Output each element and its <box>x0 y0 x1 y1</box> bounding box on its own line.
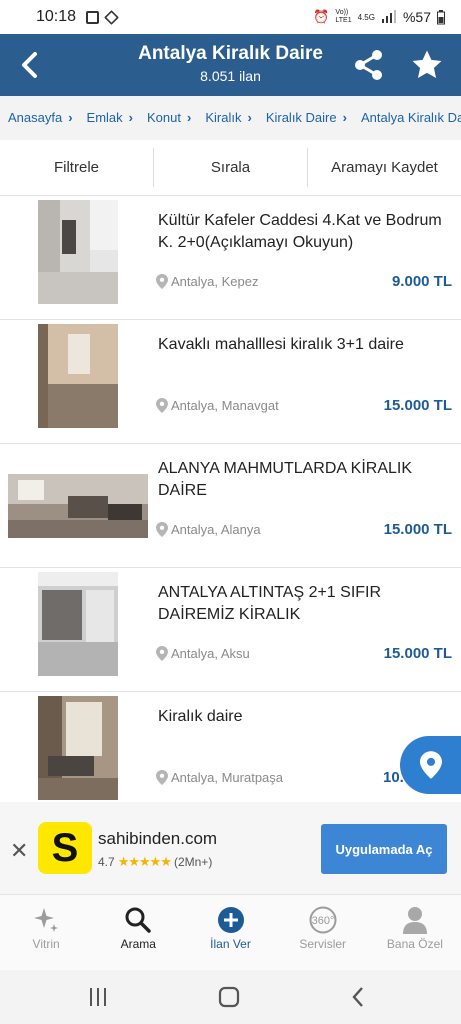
listing-location: Antalya, Muratpaşa <box>156 770 283 785</box>
listing-price: 15.000 TL <box>383 397 452 414</box>
page-title: Antalya Kiralık Daire <box>138 43 323 64</box>
map-view-button[interactable] <box>400 736 461 794</box>
listing-photo <box>38 324 118 428</box>
alarm-icon: ⏰ <box>313 9 330 24</box>
360-icon: 360° <box>306 905 340 935</box>
breadcrumb: Anasayfa › Emlak › Konut › Kiralık › Kiralık… <box>0 96 461 140</box>
chevron-right-icon: › <box>342 110 347 125</box>
status-bar: 10:18 ⏰ Vo)) LTE1 4.5G %57 <box>0 0 461 34</box>
recent-apps-icon[interactable] <box>88 986 108 1008</box>
chevron-right-icon: › <box>247 110 252 125</box>
listing-title: ANTALYA ALTINTAŞ 2+1 SIFIR DAİREMİZ KİRA… <box>158 584 382 623</box>
search-icon <box>121 905 155 935</box>
favorite-search-button[interactable] <box>410 48 444 82</box>
back-icon[interactable] <box>350 986 366 1008</box>
breadcrumb-item-anasayfa[interactable]: Anasayfa › <box>8 110 87 125</box>
system-navigation-bar <box>0 970 461 1024</box>
listing-photo <box>38 200 118 304</box>
chevron-right-icon: › <box>187 110 192 125</box>
tab-bana-ozel[interactable]: Bana Özel <box>369 895 461 970</box>
listing-location: Antalya, Manavgat <box>156 398 279 413</box>
volte-indicator: Vo)) LTE1 <box>335 9 352 24</box>
tab-ilan-ver[interactable]: İlan Ver <box>184 895 276 970</box>
signal-icon <box>381 10 396 23</box>
home-icon[interactable] <box>218 986 240 1008</box>
app-name: sahibinden.com <box>98 829 218 848</box>
listing-item[interactable]: ANTALYA ALTINTAŞ 2+1 SIFIR DAİREMİZ KİRA… <box>0 568 461 692</box>
location-pin-icon <box>156 274 168 289</box>
listing-item[interactable]: Kültür Kafeler Caddesi 4.Kat ve Bodrum K… <box>0 196 461 320</box>
listing-photo <box>38 572 118 676</box>
breadcrumb-item-kiralik[interactable]: Kiralık › <box>205 110 265 125</box>
share-button[interactable] <box>352 48 386 82</box>
tab-servisler[interactable]: 360° Servisler <box>277 895 369 970</box>
location-pin-icon <box>156 522 168 537</box>
listing-photo <box>38 696 118 800</box>
listing-item[interactable]: Kavaklı mahalllesi kiralık 3+1 daire Ant… <box>0 320 461 444</box>
tab-vitrin[interactable]: Vitrin <box>0 895 92 970</box>
listing-count: 8.051 ilan <box>200 68 261 84</box>
sparkle-icon <box>29 905 63 935</box>
filter-button[interactable]: Filtrele <box>0 140 153 195</box>
breadcrumb-item-kiralik-daire[interactable]: Kiralık Daire › <box>266 110 361 125</box>
location-pin-icon <box>156 646 168 661</box>
listing-item[interactable]: Kiralık daire Antalya, Muratpaşa 10. <box>0 692 461 816</box>
listing-title: Kültür Kafeler Caddesi 4.Kat ve Bodrum K… <box>158 212 442 251</box>
user-icon <box>398 905 432 935</box>
bottom-navigation: Vitrin Arama İlan Ver 360° Servisler Ban… <box>0 894 461 970</box>
top-app-bar: Antalya Kiralık Daire 8.051 ilan <box>0 34 461 96</box>
tab-arama[interactable]: Arama <box>92 895 184 970</box>
listing-title: ALANYA MAHMUTLARDA KİRALIK DAİRE <box>158 460 412 499</box>
svg-text:360°: 360° <box>311 915 334 927</box>
listing-title: Kavaklı mahalllesi kiralık 3+1 daire <box>158 336 404 353</box>
chevron-right-icon: › <box>128 110 134 125</box>
breadcrumb-item-antalya-kiralik-daire[interactable]: Antalya Kiralık Daire <box>361 110 461 125</box>
map-pin-icon <box>420 751 442 779</box>
filter-bar: Filtrele Sırala Aramayı Kaydet <box>0 140 461 196</box>
open-in-app-button[interactable]: Uygulamada Aç <box>321 824 447 874</box>
share-icon <box>355 50 382 80</box>
sahibinden-logo: S <box>38 822 92 874</box>
battery-icon <box>437 9 445 24</box>
close-banner-button[interactable]: ✕ <box>10 838 28 864</box>
star-icon <box>412 50 442 79</box>
listing-price: 15.000 TL <box>383 521 452 538</box>
gallery-icon <box>86 10 100 24</box>
location-pin-icon <box>156 770 168 785</box>
listing-photo <box>8 474 148 538</box>
app-rating: 4.7 ★★★★★ (2Mn+) <box>98 854 213 869</box>
listing-title: Kiralık daire <box>158 708 243 725</box>
listing-price: 15.000 TL <box>383 645 452 662</box>
status-time: 10:18 <box>36 8 77 25</box>
chevron-right-icon: › <box>68 110 73 125</box>
add-circle-icon <box>214 905 248 935</box>
listing-location: Antalya, Kepez <box>156 274 258 289</box>
sort-button[interactable]: Sırala <box>154 140 307 195</box>
listing-price: 9.000 TL <box>391 273 452 290</box>
breadcrumb-item-emlak[interactable]: Emlak › <box>87 110 147 125</box>
network-type: 4.5G <box>357 12 375 22</box>
breadcrumb-item-konut[interactable]: Konut › <box>147 110 205 125</box>
listing-list: Kültür Kafeler Caddesi 4.Kat ve Bodrum K… <box>0 196 461 816</box>
cube-icon <box>104 9 119 25</box>
rating-stars-icon: ★★★★★ <box>117 854 172 869</box>
listing-location: Antalya, Alanya <box>156 522 261 537</box>
location-pin-icon <box>156 398 168 413</box>
battery-percent: %57 <box>402 9 431 25</box>
app-install-banner: ✕ S sahibinden.com 4.7 ★★★★★ (2Mn+) Uygu… <box>0 802 461 894</box>
listing-location: Antalya, Aksu <box>156 646 250 661</box>
listing-item[interactable]: ALANYA MAHMUTLARDA KİRALIK DAİRE Antalya… <box>0 444 461 568</box>
save-search-button[interactable]: Aramayı Kaydet <box>308 140 461 195</box>
